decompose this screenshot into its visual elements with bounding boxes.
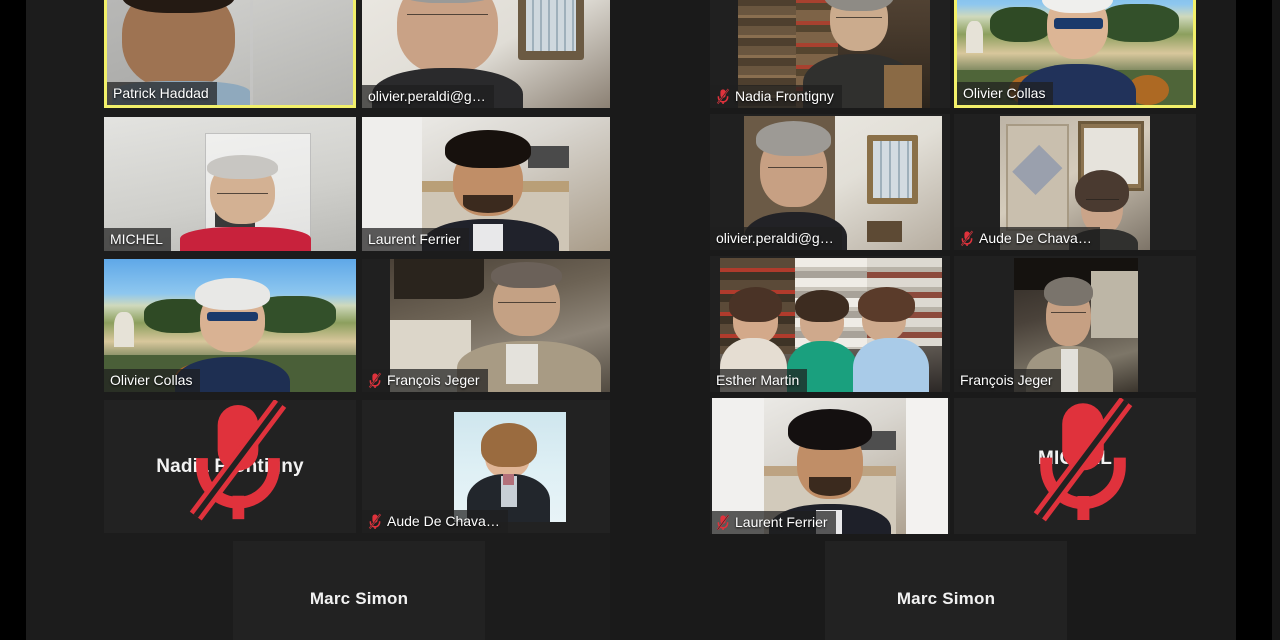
- participant-tile[interactable]: ✋ Nadia Frontigny: [710, 0, 950, 108]
- participant-name: olivier.peraldi@g…: [368, 88, 486, 104]
- participant-tile[interactable]: Aude De Chava…: [954, 114, 1196, 250]
- participant-badge: Esther Martin: [710, 369, 808, 392]
- mic-muted-icon: [716, 514, 730, 531]
- participant-tile[interactable]: Marc Simon: [825, 541, 1067, 640]
- participant-name: MICHEL: [110, 231, 163, 247]
- mic-muted-icon: [368, 513, 382, 530]
- participant-name: Marc Simon: [309, 589, 409, 608]
- participant-tile[interactable]: Esther Martin: [710, 256, 950, 392]
- participant-tile[interactable]: François Jeger: [362, 259, 614, 392]
- participant-video: [454, 412, 566, 522]
- mic-muted-icon: [716, 88, 730, 105]
- participant-badge: Laurent Ferrier: [710, 511, 836, 534]
- participant-badge: Aude De Chava…: [362, 510, 508, 533]
- participant-badge: François Jeger: [954, 369, 1061, 392]
- participant-badge: François Jeger: [362, 369, 488, 392]
- participant-tile[interactable]: olivier.peraldi@g…: [710, 114, 950, 250]
- participant-name: Laurent Ferrier: [368, 231, 461, 247]
- participant-badge: Laurent Ferrier: [362, 228, 469, 251]
- participant-badge: Nadia Frontigny: [710, 85, 842, 108]
- participant-badge: Patrick Haddad: [107, 82, 217, 105]
- participant-tile[interactable]: Nadia Frontigny: [104, 400, 356, 533]
- participant-badge: olivier.peraldi@g…: [710, 227, 842, 250]
- mic-muted-icon: [960, 230, 974, 247]
- participant-name: Esther Martin: [716, 372, 800, 388]
- participant-name: Laurent Ferrier: [735, 514, 828, 530]
- participant-badge: olivier.peraldi@g…: [362, 85, 494, 108]
- participant-tile[interactable]: Aude De Chava…: [362, 400, 614, 533]
- participant-name: Olivier Collas: [110, 372, 193, 388]
- participant-tile[interactable]: Marc Simon: [233, 541, 485, 640]
- participant-name: François Jeger: [387, 372, 480, 388]
- participant-tile[interactable]: MICHEL: [954, 398, 1196, 534]
- left-meeting-grid: Patrick Haddad olivier.peraldi@g… MICHEL…: [26, 0, 614, 640]
- participant-badge: Aude De Chava…: [954, 227, 1100, 250]
- participant-tile[interactable]: MICHEL: [104, 117, 356, 251]
- participant-tile[interactable]: Olivier Collas: [104, 259, 356, 392]
- participant-tile[interactable]: olivier.peraldi@g…: [362, 0, 614, 108]
- participant-name: Aude De Chava…: [387, 513, 500, 529]
- participant-name: François Jeger: [960, 372, 1053, 388]
- participant-name: Olivier Collas: [963, 85, 1046, 101]
- mic-muted-icon: [962, 398, 1196, 528]
- meeting-stage: Patrick Haddad olivier.peraldi@g… MICHEL…: [0, 0, 1280, 640]
- participant-name: Nadia Frontigny: [735, 88, 834, 104]
- participant-name: Patrick Haddad: [113, 85, 209, 101]
- participant-badge: MICHEL: [104, 228, 171, 251]
- mic-muted-icon: [368, 372, 382, 389]
- right-meeting-grid: ✋ Nadia Frontigny: [610, 0, 1236, 640]
- participant-tile[interactable]: Laurent Ferrier: [710, 398, 950, 534]
- participant-tile[interactable]: François Jeger: [954, 256, 1196, 392]
- participant-tile[interactable]: Laurent Ferrier: [362, 117, 614, 251]
- participant-tile[interactable]: Patrick Haddad: [104, 0, 356, 108]
- mic-muted-icon: [112, 400, 356, 527]
- participant-badge: Olivier Collas: [957, 82, 1054, 105]
- participant-name: olivier.peraldi@g…: [716, 230, 834, 246]
- participant-badge: Olivier Collas: [104, 369, 201, 392]
- participant-name: Aude De Chava…: [979, 230, 1092, 246]
- participant-tile[interactable]: Olivier Collas: [954, 0, 1196, 108]
- participant-name: Marc Simon: [896, 589, 996, 608]
- scrollbar[interactable]: [1272, 0, 1280, 640]
